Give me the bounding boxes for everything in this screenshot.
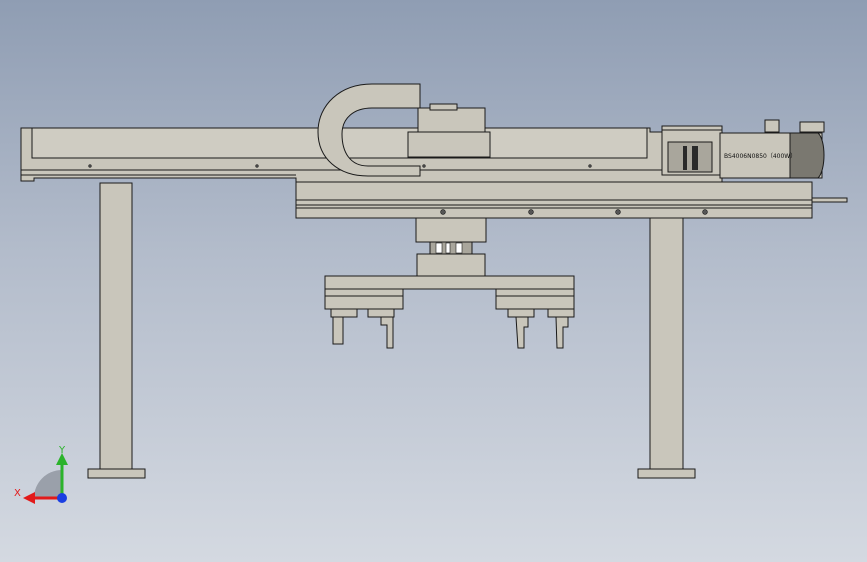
left-leg [87,182,146,479]
vertical-slide [415,217,487,277]
coordinate-triad: Y X [14,445,68,504]
cad-viewport[interactable]: BS4006N0850（400W） Y X [0,0,867,562]
left-gripper [324,288,404,349]
main-beam [295,181,848,219]
gripper-crossbar [324,275,575,290]
y-axis-label: Y [58,445,66,456]
x-axis-label: X [14,488,21,499]
motor-model-label: BS4006N0850（400W） [724,153,796,160]
upper-carriage [407,103,491,158]
right-gripper [495,288,575,349]
gantry-robot-drawing: BS4006N0850（400W） Y X [14,83,848,504]
right-leg [637,204,696,479]
